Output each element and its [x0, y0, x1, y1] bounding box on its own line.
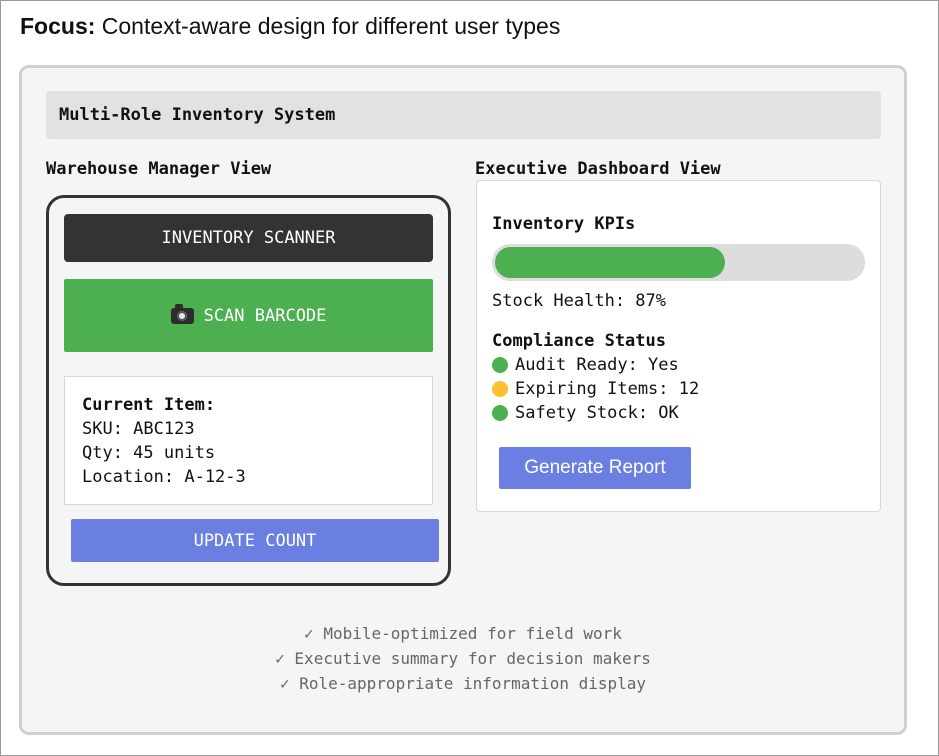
manager-view-label: Warehouse Manager View: [46, 159, 272, 179]
status-dot-icon: [492, 381, 508, 397]
mobile-device-frame: INVENTORY SCANNER SCAN BARCODE Current I…: [46, 195, 451, 586]
scan-barcode-button[interactable]: SCAN BARCODE: [64, 279, 433, 352]
item-location: Location: A-12-3: [82, 467, 246, 487]
stock-health-progress-fill: [495, 247, 725, 278]
executive-dashboard: Inventory KPIs Stock Health: 87% Complia…: [476, 180, 881, 512]
camera-icon: [170, 303, 194, 324]
compliance-title: Compliance Status: [492, 331, 666, 351]
status-dot-icon: [492, 357, 508, 373]
current-item-card: Current Item: SKU: ABC123 Qty: 45 units …: [64, 376, 433, 505]
executive-view-label: Executive Dashboard View: [475, 159, 721, 179]
note-item: ✓ Executive summary for decision makers: [275, 649, 651, 668]
design-notes: ✓ Mobile-optimized for field work ✓ Exec…: [22, 621, 904, 696]
status-text: Expiring Items: 12: [515, 379, 700, 399]
current-item-title: Current Item:: [82, 395, 216, 415]
status-expiring-items: Expiring Items: 12: [492, 377, 699, 401]
stock-health-label: Stock Health: 87%: [492, 291, 666, 311]
scanner-header: INVENTORY SCANNER: [64, 214, 433, 262]
item-qty: Qty: 45 units: [82, 443, 216, 463]
kpi-title: Inventory KPIs: [492, 214, 636, 234]
heading-bold: Focus:: [20, 13, 96, 39]
status-text: Audit Ready: Yes: [515, 355, 679, 375]
page-heading: Focus: Context-aware design for differen…: [20, 12, 560, 40]
item-sku: SKU: ABC123: [82, 419, 195, 439]
status-text: Safety Stock: OK: [515, 403, 679, 423]
status-dot-icon: [492, 405, 508, 421]
status-audit-ready: Audit Ready: Yes: [492, 353, 679, 377]
mockup-container: Multi-Role Inventory System Warehouse Ma…: [19, 65, 907, 735]
system-title-bar: Multi-Role Inventory System: [46, 91, 881, 139]
update-count-button[interactable]: UPDATE COUNT: [71, 519, 439, 562]
generate-report-button[interactable]: Generate Report: [499, 447, 691, 489]
scan-barcode-label: SCAN BARCODE: [203, 305, 327, 326]
heading-text: Context-aware design for different user …: [95, 13, 561, 39]
stock-health-progress: [492, 244, 865, 281]
note-item: ✓ Mobile-optimized for field work: [304, 624, 622, 643]
note-item: ✓ Role-appropriate information display: [279, 674, 647, 693]
system-title: Multi-Role Inventory System: [59, 105, 336, 125]
status-safety-stock: Safety Stock: OK: [492, 401, 679, 425]
